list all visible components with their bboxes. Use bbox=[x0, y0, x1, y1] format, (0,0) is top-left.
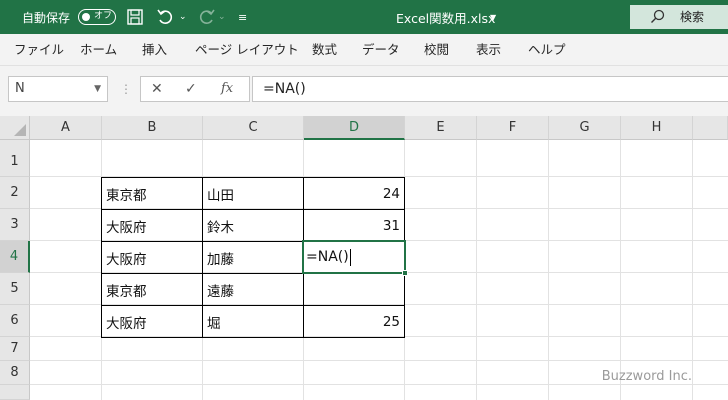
name-box[interactable]: N ▼ bbox=[8, 76, 108, 102]
cell-d2[interactable]: 24 bbox=[304, 178, 404, 209]
formula-bar-grip-icon: ⋮ bbox=[120, 82, 132, 96]
gridline bbox=[30, 384, 728, 385]
formula-buttons: ✕ ✓ fx bbox=[140, 76, 250, 102]
column-header-f[interactable]: F bbox=[477, 116, 549, 140]
insert-function-icon[interactable]: fx bbox=[221, 77, 233, 101]
tab-home[interactable]: ホーム bbox=[80, 34, 117, 66]
column-header-h[interactable]: H bbox=[621, 116, 693, 140]
ribbon-tabs: ファイル ホーム 挿入 ページ レイアウト 数式 データ 校閲 表示 ヘルプ bbox=[0, 34, 728, 66]
row-header-1[interactable]: 1 bbox=[0, 146, 30, 177]
row-header-spacer bbox=[0, 140, 30, 146]
file-title-dropdown-icon[interactable]: ▼ bbox=[490, 0, 496, 34]
tab-insert[interactable]: 挿入 bbox=[142, 34, 167, 66]
search-label: 検索 bbox=[680, 10, 705, 24]
redo-dropdown-icon[interactable]: ⌄ bbox=[218, 0, 226, 34]
formula-bar: N ▼ ⋮ ✕ ✓ fx =NA() bbox=[0, 66, 728, 116]
cell-c5[interactable]: 遠藤 bbox=[203, 274, 303, 305]
cell-b4[interactable]: 大阪府 bbox=[102, 242, 202, 273]
cell-d5[interactable] bbox=[304, 274, 404, 305]
autosave-toggle[interactable]: オフ bbox=[78, 9, 116, 25]
tab-view[interactable]: 表示 bbox=[476, 34, 501, 66]
column-header-c[interactable]: C bbox=[203, 116, 304, 140]
undo-dropdown-icon[interactable]: ⌄ bbox=[179, 0, 187, 34]
gridline bbox=[692, 140, 693, 400]
row-header-9[interactable] bbox=[0, 385, 30, 400]
gridline bbox=[30, 360, 728, 361]
row-header-6[interactable]: 6 bbox=[0, 305, 30, 337]
row-header-5[interactable]: 5 bbox=[0, 273, 30, 305]
autosave-state: オフ bbox=[94, 11, 113, 21]
text-caret bbox=[349, 248, 351, 266]
cell-c2[interactable]: 山田 bbox=[203, 178, 303, 209]
autosave-label: 自動保存 bbox=[22, 10, 71, 25]
tab-file[interactable]: ファイル bbox=[14, 34, 64, 66]
search-box[interactable]: 検索 bbox=[630, 5, 728, 29]
cancel-icon[interactable]: ✕ bbox=[151, 77, 163, 101]
tab-formulas[interactable]: 数式 bbox=[312, 34, 337, 66]
save-icon[interactable] bbox=[126, 0, 144, 34]
redo-icon[interactable] bbox=[196, 0, 216, 34]
select-all-button[interactable] bbox=[0, 116, 30, 140]
worksheet-grid: A B C D E F G H 1 2 3 4 5 6 7 8 東京都 山田 2… bbox=[0, 116, 728, 400]
toggle-knob-icon bbox=[82, 12, 90, 21]
enter-icon[interactable]: ✓ bbox=[185, 77, 197, 101]
name-box-dropdown-icon[interactable]: ▼ bbox=[94, 77, 101, 101]
tab-page-layout[interactable]: ページ レイアウト bbox=[195, 34, 299, 66]
gridline bbox=[476, 140, 477, 400]
fill-handle[interactable] bbox=[402, 270, 408, 276]
name-box-value: N bbox=[15, 81, 25, 96]
column-header-e[interactable]: E bbox=[405, 116, 477, 140]
row-header-8[interactable]: 8 bbox=[0, 361, 30, 385]
search-icon bbox=[650, 9, 665, 27]
row-header-7[interactable]: 7 bbox=[0, 337, 30, 361]
cell-c4[interactable]: 加藤 bbox=[203, 242, 303, 273]
formula-input[interactable]: =NA() bbox=[252, 76, 728, 102]
column-header-i[interactable] bbox=[693, 116, 728, 140]
column-header-g[interactable]: G bbox=[549, 116, 621, 140]
row-header-3[interactable]: 3 bbox=[0, 209, 30, 241]
column-header-a[interactable]: A bbox=[30, 116, 102, 140]
cell-c6[interactable]: 堀 bbox=[203, 306, 303, 337]
tab-data[interactable]: データ bbox=[362, 34, 400, 66]
file-title: Excel関数用.xlsx bbox=[396, 10, 496, 26]
column-header-d[interactable]: D bbox=[304, 116, 405, 140]
column-header-b[interactable]: B bbox=[102, 116, 203, 140]
title-bar: 自動保存 オフ ⌄ ⌄ ≡ Excel関数用.xlsx ▼ 検索 bbox=[0, 0, 728, 34]
cell-b2[interactable]: 東京都 bbox=[102, 178, 202, 209]
cell-b6[interactable]: 大阪府 bbox=[102, 306, 202, 337]
cell-b5[interactable]: 東京都 bbox=[102, 274, 202, 305]
cell-d6[interactable]: 25 bbox=[304, 306, 404, 337]
cell-b3[interactable]: 大阪府 bbox=[102, 210, 202, 241]
cell-d3[interactable]: 31 bbox=[304, 210, 404, 241]
row-header-4[interactable]: 4 bbox=[0, 241, 30, 273]
customize-toolbar-icon[interactable]: ≡ bbox=[238, 0, 247, 34]
active-cell-d4[interactable]: =NA() bbox=[302, 240, 408, 276]
undo-icon[interactable] bbox=[156, 0, 176, 34]
active-cell-text: =NA() bbox=[306, 249, 349, 265]
gridline bbox=[620, 140, 621, 400]
watermark: Buzzword Inc. bbox=[601, 369, 692, 384]
tab-help[interactable]: ヘルプ bbox=[528, 34, 566, 66]
select-all-triangle-icon bbox=[14, 124, 26, 136]
row-header-2[interactable]: 2 bbox=[0, 177, 30, 209]
tab-review[interactable]: 校閲 bbox=[424, 34, 449, 66]
cell-c3[interactable]: 鈴木 bbox=[203, 210, 303, 241]
gridline bbox=[548, 140, 549, 400]
table-border bbox=[101, 337, 405, 338]
active-cell-editor[interactable]: =NA() bbox=[306, 242, 351, 272]
